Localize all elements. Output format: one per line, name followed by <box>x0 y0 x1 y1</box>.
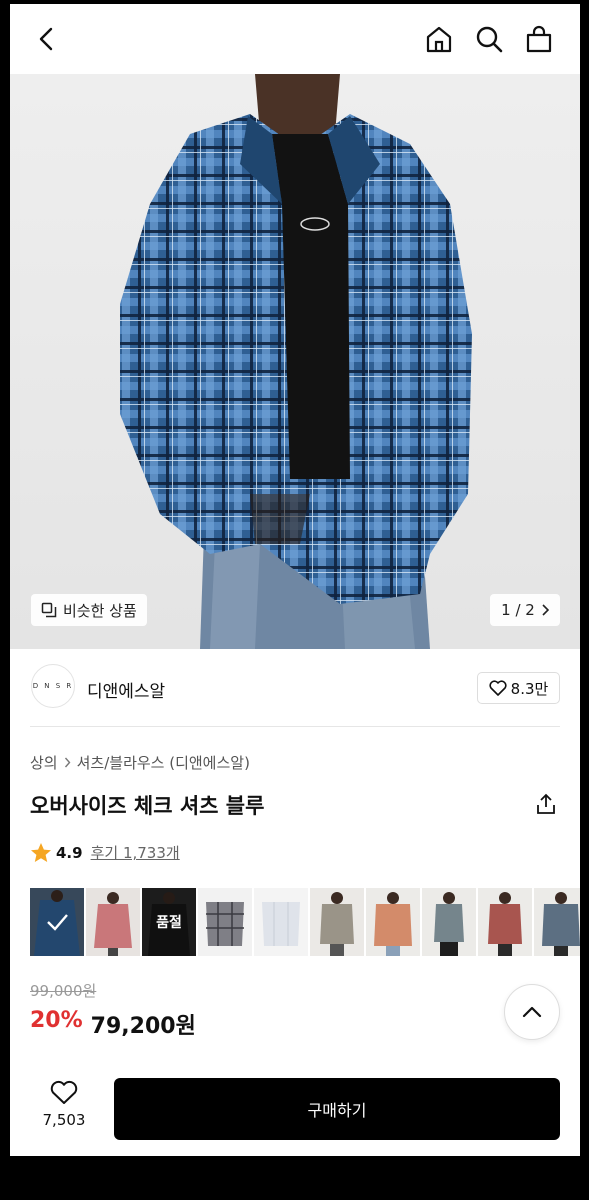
breadcrumb-item-category[interactable]: 상의 <box>30 752 58 773</box>
variant-thumbnail[interactable] <box>534 888 580 956</box>
image-page-indicator[interactable]: 1 / 2 <box>490 594 560 626</box>
variant-thumbnail-image <box>86 888 140 956</box>
top-navigation-bar <box>10 4 580 74</box>
shopping-bag-icon <box>526 25 552 53</box>
share-icon <box>537 793 555 814</box>
bottom-action-bar: 7,503 구매하기 <box>10 1068 580 1156</box>
variant-thumbnail-image <box>478 888 532 956</box>
sold-out-label: 품절 <box>156 915 182 931</box>
back-button[interactable] <box>30 22 64 56</box>
variant-thumbnail[interactable] <box>30 888 84 956</box>
scroll-to-top-button[interactable] <box>504 984 560 1040</box>
brand-like-button[interactable]: 8.3만 <box>477 672 560 704</box>
chevron-up-icon <box>522 1006 542 1018</box>
chevron-left-icon <box>39 27 53 51</box>
variant-thumbnail[interactable] <box>198 888 252 956</box>
home-icon <box>426 26 452 53</box>
wishlist-count: 7,503 <box>42 1111 86 1129</box>
variant-thumbnail[interactable] <box>422 888 476 956</box>
variant-thumbnail[interactable] <box>254 888 308 956</box>
review-count-link[interactable]: 후기 1,733개 <box>91 842 180 863</box>
divider <box>30 726 560 727</box>
brand-name[interactable]: 디앤에스알 <box>87 677 165 702</box>
breadcrumb-separator <box>64 754 71 772</box>
discount-rate: 20% <box>30 1008 83 1033</box>
copy-icon <box>41 602 57 618</box>
variant-thumbnail[interactable] <box>366 888 420 956</box>
chevron-right-icon <box>64 757 71 767</box>
similar-products-button[interactable]: 비슷한 상품 <box>31 594 147 626</box>
variant-thumbnail-image <box>422 888 476 956</box>
product-screen: 비슷한 상품 1 / 2 D N S R 디앤에스알 8.3만 상의 셔츠/블라… <box>10 4 580 1156</box>
brand-like-count: 8.3만 <box>510 679 549 698</box>
variant-thumbnail-image <box>366 888 420 956</box>
chevron-right-icon <box>542 604 549 616</box>
brand-row: D N S R 디앤에스알 8.3만 <box>10 649 580 729</box>
brand-logo[interactable]: D N S R <box>31 664 75 708</box>
variant-thumbnail-image <box>198 888 252 956</box>
wishlist-button[interactable]: 7,503 <box>32 1080 96 1140</box>
sale-price: 79,200원 <box>90 1014 196 1039</box>
star-icon <box>31 843 51 862</box>
variant-thumbnail-image <box>254 888 308 956</box>
search-icon <box>476 26 503 53</box>
breadcrumb: 상의 셔츠/블라우스 (디앤에스알) <box>30 752 250 773</box>
brand-logo-text: D N S R <box>32 682 74 690</box>
color-variant-thumbnails: 품절 <box>30 888 580 956</box>
page-indicator-text: 1 / 2 <box>501 601 535 619</box>
product-image-carousel[interactable]: 비슷한 상품 1 / 2 <box>10 74 580 649</box>
heart-icon <box>489 680 507 696</box>
variant-thumbnail-sold-out[interactable]: 품절 <box>142 888 196 956</box>
product-photo <box>10 74 580 649</box>
home-button[interactable] <box>422 22 456 56</box>
variant-thumbnail[interactable] <box>86 888 140 956</box>
share-button[interactable] <box>532 790 560 818</box>
cart-button[interactable] <box>522 22 556 56</box>
variant-thumbnail[interactable] <box>478 888 532 956</box>
variant-thumbnail-image <box>310 888 364 956</box>
buy-button[interactable]: 구매하기 <box>114 1078 560 1140</box>
sale-price-row: 20% 79,200원 <box>30 1008 196 1040</box>
original-price: 99,000원 <box>30 982 97 1000</box>
product-title: 오버사이즈 체크 셔츠 블루 <box>30 794 265 818</box>
rating-row: 4.9 후기 1,733개 <box>30 842 180 863</box>
variant-thumbnail-image <box>534 888 580 956</box>
rating-value: 4.9 <box>56 843 83 862</box>
variant-thumbnail-image <box>30 888 84 956</box>
breadcrumb-item-subcategory[interactable]: 셔츠/블라우스 (디앤에스알) <box>77 752 250 773</box>
similar-products-label: 비슷한 상품 <box>63 601 137 620</box>
variant-thumbnail[interactable] <box>310 888 364 956</box>
heart-icon <box>50 1080 78 1104</box>
search-button[interactable] <box>472 22 506 56</box>
